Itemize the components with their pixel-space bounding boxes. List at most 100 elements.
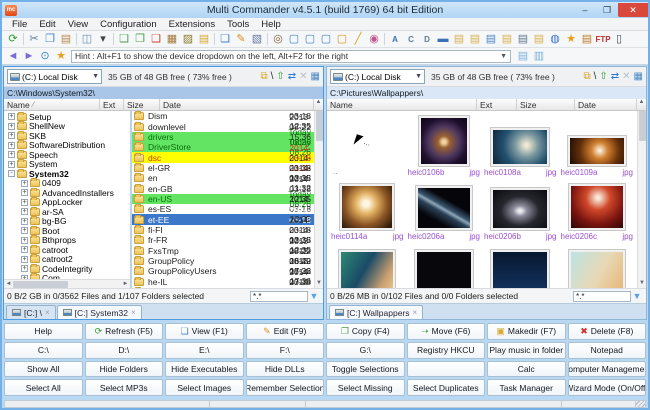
tree-expand-icon[interactable]: + — [21, 246, 28, 253]
tree-item-ar-sa[interactable]: +ar-SA — [4, 207, 130, 217]
edit-file-icon[interactable]: ✎ — [233, 32, 249, 47]
globe-icon[interactable]: ◍ — [547, 32, 563, 47]
parent-folder-item[interactable]: .. — [329, 113, 406, 177]
tree-expand-icon[interactable]: + — [21, 180, 28, 187]
calc-button[interactable]: Calc — [487, 361, 566, 378]
monitor-icon[interactable]: ▬ — [435, 32, 451, 47]
left-vertical-scrollbar[interactable]: ▼ — [314, 111, 323, 288]
g-button[interactable]: G:\ — [326, 342, 405, 359]
thumbnail-item[interactable]: heic0106bjpg — [406, 113, 483, 177]
tree-expand-icon[interactable]: - — [8, 170, 15, 177]
hide-dlls-button[interactable]: Hide DLLs — [246, 361, 325, 378]
tree-expand-icon[interactable]: + — [21, 199, 28, 206]
folder-user-icon[interactable]: ▤ — [531, 32, 547, 47]
thumbnail-item[interactable]: heic0108ajpg — [482, 113, 559, 177]
doc-tool-1-icon[interactable]: ▢ — [286, 32, 302, 47]
scroll-down-icon[interactable]: ▼ — [639, 279, 645, 288]
folder-pics-icon[interactable]: ▤ — [499, 32, 515, 47]
show-all-button[interactable]: Show All — [4, 361, 83, 378]
cut-icon[interactable]: ✂ — [26, 32, 42, 47]
doc-tool-3-icon[interactable]: ▢ — [318, 32, 334, 47]
menu-item-help[interactable]: Help — [255, 19, 287, 30]
computer-management-button[interactable]: Computer Management — [568, 361, 647, 378]
d-button[interactable]: D:\ — [85, 342, 164, 359]
wand-icon[interactable]: ╱ — [350, 32, 366, 47]
tree-expand-icon[interactable]: + — [8, 161, 15, 168]
left-drive-dropdown[interactable]: (C:) Local Disk ▼ — [7, 69, 102, 84]
select-duplicates-button[interactable]: Select Duplicates — [407, 379, 486, 396]
thumbnail-item[interactable]: heic0109ajpg — [559, 113, 636, 177]
scroll-up-icon[interactable]: ▲ — [314, 99, 323, 110]
scrollbar-thumb[interactable] — [639, 111, 646, 141]
tree-expand-icon[interactable]: + — [21, 227, 28, 234]
shared-folder-icon[interactable]: ▤ — [579, 32, 595, 47]
view-mode-icon[interactable]: ▦ — [634, 70, 643, 84]
favorites-icon[interactable]: ★ — [563, 32, 579, 47]
tree-item-bthprops[interactable]: +Bthprops — [4, 236, 130, 246]
close-icon[interactable]: × — [413, 308, 418, 317]
tree-item-shellnew[interactable]: +ShellNew — [4, 122, 130, 132]
chevron-down-icon[interactable]: ▼ — [500, 53, 507, 60]
root-icon[interactable]: \ — [594, 70, 597, 84]
sys-c-icon[interactable]: C — [403, 32, 419, 47]
registry-hkcu-button[interactable]: Registry HKCU — [407, 342, 486, 359]
tree-item-codeintegrity[interactable]: +CodeIntegrity — [4, 264, 130, 274]
disconnect-icon[interactable]: ✕ — [299, 70, 307, 84]
filter-funnel-icon[interactable]: ▼ — [308, 291, 320, 301]
ftp-icon[interactable]: FTP — [595, 32, 611, 47]
wizard-mode-on-off-button[interactable]: Wizard Mode (On/Off) — [568, 379, 647, 396]
minimize-button[interactable]: – — [574, 3, 596, 17]
folder-down-icon[interactable]: ▤ — [483, 32, 499, 47]
makedir-f7-button[interactable]: ▣Makedir (F7) — [487, 323, 566, 340]
save-icon[interactable]: ▥ — [531, 49, 547, 64]
folder-tree-icon[interactable]: ⧉ — [583, 70, 590, 84]
menu-item-view[interactable]: View — [62, 19, 94, 30]
search-icon[interactable]: ◎ — [270, 32, 286, 47]
tree-expand-icon[interactable]: + — [8, 132, 15, 139]
maximize-button[interactable]: ❐ — [596, 3, 618, 17]
notes-icon[interactable]: ▤ — [515, 49, 531, 64]
split-view-icon[interactable]: ◫ — [79, 32, 95, 47]
toggle-selections-button[interactable]: Toggle Selections — [326, 361, 405, 378]
pack-icon[interactable]: ▦ — [164, 32, 180, 47]
refresh-icon[interactable]: ⟳ — [5, 32, 21, 47]
parent-folder-icon[interactable]: ⇧ — [276, 70, 284, 84]
copy-file-icon[interactable]: ❏ — [116, 32, 132, 47]
tree-item-speech[interactable]: +Speech — [4, 150, 130, 160]
left-filter-input[interactable] — [250, 291, 308, 302]
phone-icon[interactable]: ▯ — [611, 32, 627, 47]
unpack-icon[interactable]: ▨ — [180, 32, 196, 47]
tree-item-bg-bg[interactable]: +bg-BG — [4, 217, 130, 227]
close-button[interactable]: ✕ — [618, 3, 648, 17]
tree-expand-icon[interactable]: + — [21, 189, 28, 196]
play-music-in-folder-button[interactable]: Play music in folder — [487, 342, 566, 359]
tree-item-catroot[interactable]: +catroot — [4, 245, 130, 255]
column-date[interactable]: Date — [160, 99, 314, 110]
drive-d-icon[interactable]: D — [419, 32, 435, 47]
tree-expand-icon[interactable]: + — [8, 113, 15, 120]
scrollbar-thumb[interactable] — [13, 281, 68, 288]
tree-item-advancedinstallers[interactable]: +AdvancedInstallers — [4, 188, 130, 198]
parent-folder-icon[interactable]: ⇧ — [599, 70, 607, 84]
thumbnail-item-partial[interactable] — [482, 241, 559, 288]
view-mode-icon[interactable]: ▦ — [311, 70, 320, 84]
column-size[interactable]: Size — [517, 99, 575, 110]
c-button[interactable]: C:\ — [4, 342, 83, 359]
tree-expand-icon[interactable]: + — [21, 265, 28, 272]
tree-item-setup[interactable]: +Setup — [4, 112, 130, 122]
select-missing-button[interactable]: Select Missing — [326, 379, 405, 396]
thumbnail-item-partial[interactable] — [406, 241, 483, 288]
close-icon[interactable]: × — [45, 308, 50, 317]
scroll-up-icon[interactable]: ▲ — [637, 99, 646, 110]
favorite-star-icon[interactable]: ★ — [53, 49, 69, 64]
tree-item-applocker[interactable]: +AppLocker — [4, 198, 130, 208]
doc-tool-2-icon[interactable]: ▢ — [302, 32, 318, 47]
task-manager-button[interactable]: Task Manager — [487, 379, 566, 396]
select-all-button[interactable]: Select All — [4, 379, 83, 396]
column-name[interactable]: Name — [327, 99, 477, 110]
view-f1-button[interactable]: ❏View (F1) — [165, 323, 244, 340]
thumbnail-item[interactable]: heic0206bjpg — [482, 177, 559, 241]
right-filter-input[interactable] — [573, 291, 631, 302]
back-icon[interactable]: ◄ — [5, 49, 21, 64]
menu-item-file[interactable]: File — [6, 19, 33, 30]
